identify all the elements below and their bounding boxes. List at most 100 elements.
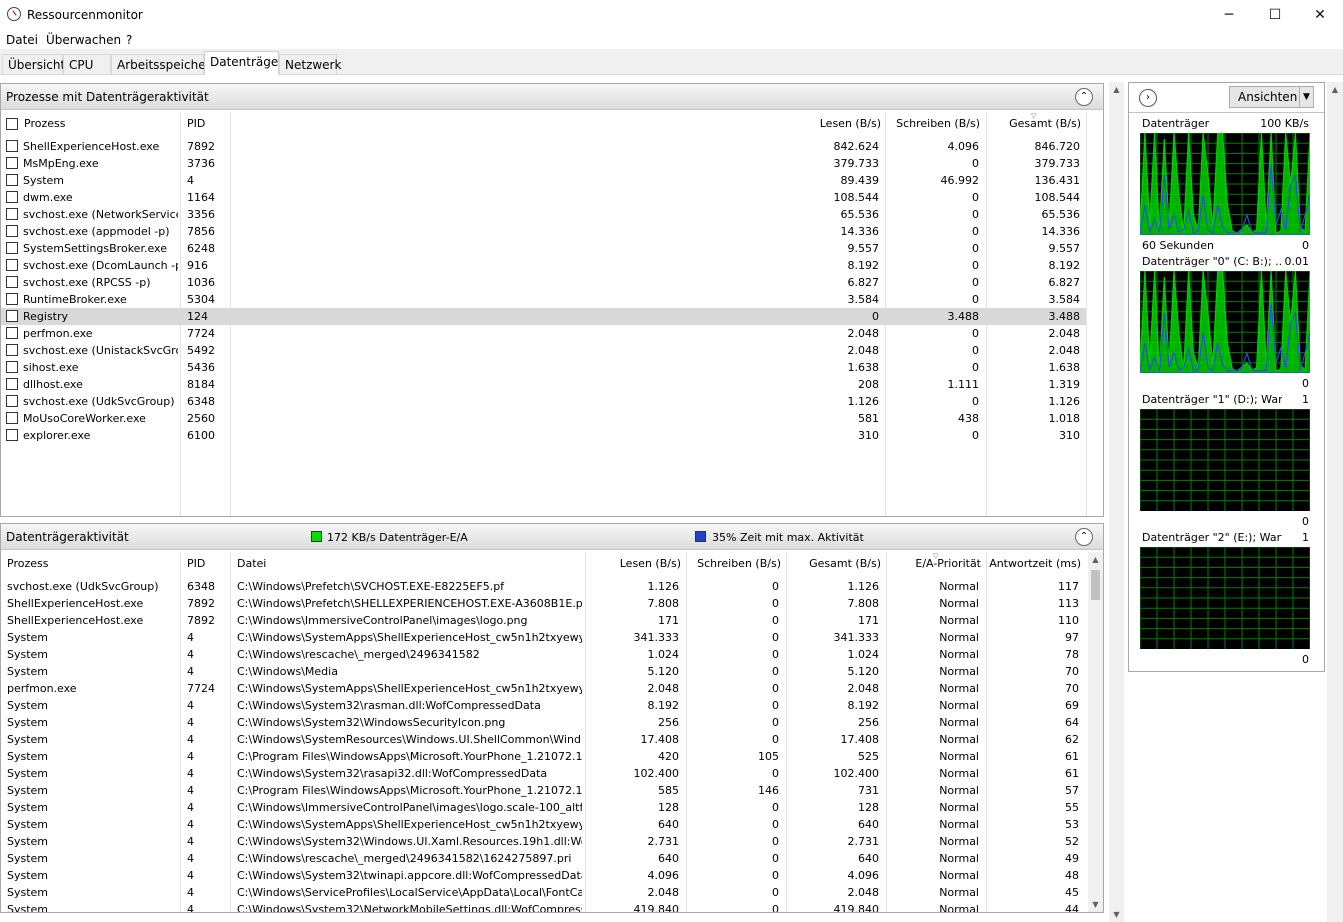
col-lesen[interactable]: Lesen (B/s): [781, 117, 881, 130]
process-row[interactable]: svchost.exe (UnistackSvcGro... 5492 2.048 0…: [1, 342, 1086, 359]
process-checkbox[interactable]: [6, 242, 18, 254]
process-checkbox[interactable]: [6, 191, 18, 203]
main-scrollbar[interactable]: ▲ ▼: [1109, 82, 1124, 922]
process-checkbox[interactable]: [6, 395, 18, 407]
tab-datentraeger[interactable]: Datenträger: [204, 51, 283, 75]
process-name: sihost.exe: [23, 361, 79, 374]
process-row[interactable]: dwm.exe 1164 108.544 0 108.544: [1, 189, 1086, 206]
activity-write: 0: [772, 801, 779, 814]
process-row[interactable]: MsMpEng.exe 3736 379.733 0 379.733: [1, 155, 1086, 172]
activity-row[interactable]: System 4 C:\Windows\System32\rasapi32.dll:…: [1, 765, 1086, 782]
expand-graphs-button[interactable]: ›: [1139, 89, 1157, 107]
process-checkbox[interactable]: [6, 259, 18, 271]
process-row[interactable]: sihost.exe 5436 1.638 0 1.638: [1, 359, 1086, 376]
tab-arbeitsspeicher[interactable]: Arbeitsspeicher: [111, 54, 211, 74]
process-row[interactable]: MoUsoCoreWorker.exe 2560 581 438 1.018: [1, 410, 1086, 427]
process-row[interactable]: svchost.exe (NetworkService... 3356 65.536…: [1, 206, 1086, 223]
process-row[interactable]: svchost.exe (appmodel -p) 7856 14.336 0 14.3…: [1, 223, 1086, 240]
activity-pid: 4: [187, 869, 194, 882]
views-dropdown[interactable]: Ansichten ▼: [1229, 86, 1314, 108]
side-scrollbar[interactable]: ▲: [1327, 82, 1343, 922]
activity-row[interactable]: System 4 C:\Windows\System32\twinapi.appco…: [1, 867, 1086, 884]
activity-priority: Normal: [939, 631, 979, 644]
scroll-thumb[interactable]: [1091, 570, 1100, 600]
process-row[interactable]: RuntimeBroker.exe 5304 3.584 0 3.584: [1, 291, 1086, 308]
processes-panel-header[interactable]: Prozesse mit Datenträgeraktivität ⌃: [1, 84, 1103, 110]
process-row[interactable]: explorer.exe 6100 310 0 310: [1, 427, 1086, 444]
activity-row[interactable]: System 4 C:\Windows\rescache\_merged\24963…: [1, 646, 1086, 663]
maximize-button[interactable]: ☐: [1252, 0, 1298, 30]
activity-row[interactable]: System 4 C:\Windows\System32\rasman.dll:Wo…: [1, 697, 1086, 714]
activity-process: System: [7, 903, 49, 912]
process-checkbox[interactable]: [6, 412, 18, 424]
menu-datei[interactable]: Datei: [6, 33, 38, 47]
process-checkbox[interactable]: [6, 327, 18, 339]
chevron-down-icon[interactable]: ▼: [1299, 87, 1313, 107]
activity-response-time: 55: [1065, 801, 1079, 814]
activity-file: C:\Program Files\WindowsApps\Microsoft.Y…: [237, 750, 582, 763]
tab-netzwerk[interactable]: Netzwerk: [279, 54, 341, 74]
activity-row[interactable]: System 4 C:\Windows\rescache\_merged\24963…: [1, 850, 1086, 867]
col-prozess[interactable]: Prozess: [24, 117, 65, 130]
graph-timespan: 60 Sekunden: [1142, 239, 1214, 252]
process-row[interactable]: Registry 124 0 3.488 3.488: [1, 308, 1086, 325]
tab-uebersicht[interactable]: Übersicht: [2, 54, 65, 74]
process-row[interactable]: svchost.exe (UdkSvcGroup) 6348 1.126 0 1.126: [1, 393, 1086, 410]
process-row[interactable]: svchost.exe (RPCSS -p) 1036 6.827 0 6.827: [1, 274, 1086, 291]
process-checkbox[interactable]: [6, 276, 18, 288]
activity-scrollbar[interactable]: ▲ ▼: [1088, 552, 1103, 912]
menu-bar: Datei Überwachen ?: [0, 30, 1343, 49]
process-checkbox[interactable]: [6, 344, 18, 356]
activity-row[interactable]: System 4 C:\Windows\System32\Windows.UI.Xa…: [1, 833, 1086, 850]
process-row[interactable]: ShellExperienceHost.exe 7892 842.624 4.096 8…: [1, 138, 1086, 155]
menu-ueberwachen[interactable]: Überwachen: [46, 33, 121, 47]
activity-row[interactable]: System 4 C:\Program Files\WindowsApps\Micr…: [1, 782, 1086, 799]
activity-row[interactable]: System 4 C:\Windows\SystemApps\ShellExperi…: [1, 816, 1086, 833]
activity-row[interactable]: System 4 C:\Program Files\WindowsApps\Micr…: [1, 748, 1086, 765]
process-checkbox[interactable]: [6, 361, 18, 373]
collapse-processes-button[interactable]: ⌃: [1075, 88, 1093, 106]
activity-total: 1.126: [847, 580, 880, 593]
process-total: 108.544: [1034, 191, 1081, 204]
process-checkbox[interactable]: [6, 157, 18, 169]
minimize-button[interactable]: ─: [1206, 0, 1252, 30]
activity-row[interactable]: ShellExperienceHost.exe 7892 C:\Windows\Im…: [1, 612, 1086, 629]
activity-process: System: [7, 835, 49, 848]
process-row[interactable]: perfmon.exe 7724 2.048 0 2.048: [1, 325, 1086, 342]
activity-row[interactable]: System 4 C:\Windows\Media 5.120 0 5.120 Normal…: [1, 663, 1086, 680]
process-checkbox[interactable]: [6, 174, 18, 186]
process-checkbox[interactable]: [6, 208, 18, 220]
activity-priority: Normal: [939, 682, 979, 695]
col-schreiben[interactable]: Schreiben (B/s): [881, 117, 980, 130]
process-checkbox[interactable]: [6, 429, 18, 441]
menu-help[interactable]: ?: [126, 33, 132, 47]
activity-row[interactable]: System 4 C:\Windows\SystemApps\ShellExperi…: [1, 629, 1086, 646]
process-total: 65.536: [1041, 208, 1081, 221]
process-checkbox[interactable]: [6, 140, 18, 152]
activity-row[interactable]: System 4 C:\Windows\ImmersiveControlPanel\…: [1, 799, 1086, 816]
process-checkbox[interactable]: [6, 293, 18, 305]
activity-process: System: [7, 665, 49, 678]
col-pid[interactable]: PID: [187, 117, 205, 130]
process-row[interactable]: SystemSettingsBroker.exe 6248 9.557 0 9.557: [1, 240, 1086, 257]
activity-row[interactable]: perfmon.exe 7724 C:\Windows\SystemApps\She…: [1, 680, 1086, 697]
activity-row[interactable]: svchost.exe (UdkSvcGroup) 6348 C:\Windows\…: [1, 578, 1086, 595]
process-checkbox[interactable]: [6, 378, 18, 390]
scroll-down-arrow[interactable]: ▼: [1088, 897, 1103, 912]
process-row[interactable]: System 4 89.439 46.992 136.431: [1, 172, 1086, 189]
process-checkbox[interactable]: [6, 310, 18, 322]
process-checkbox[interactable]: [6, 225, 18, 237]
activity-row[interactable]: System 4 C:\Windows\ServiceProfiles\LocalS…: [1, 884, 1086, 901]
activity-file: C:\Windows\System32\twinapi.appcore.dll:…: [237, 869, 582, 882]
tab-cpu[interactable]: CPU: [63, 54, 111, 74]
scroll-up-arrow[interactable]: ▲: [1088, 552, 1103, 567]
close-button[interactable]: ✕: [1297, 0, 1343, 30]
activity-row[interactable]: System 4 C:\Windows\System32\WindowsSecuri…: [1, 714, 1086, 731]
activity-row[interactable]: System 4 C:\Windows\System32\NetworkMobile…: [1, 901, 1086, 912]
activity-row[interactable]: ShellExperienceHost.exe 7892 C:\Windows\Pr…: [1, 595, 1086, 612]
process-row[interactable]: dllhost.exe 8184 208 1.111 1.319: [1, 376, 1086, 393]
select-all-checkbox[interactable]: [6, 118, 18, 130]
activity-row[interactable]: System 4 C:\Windows\SystemResources\Window…: [1, 731, 1086, 748]
process-row[interactable]: svchost.exe (DcomLaunch -p) 916 8.192 0 8.19…: [1, 257, 1086, 274]
activity-pid: 4: [187, 750, 194, 763]
